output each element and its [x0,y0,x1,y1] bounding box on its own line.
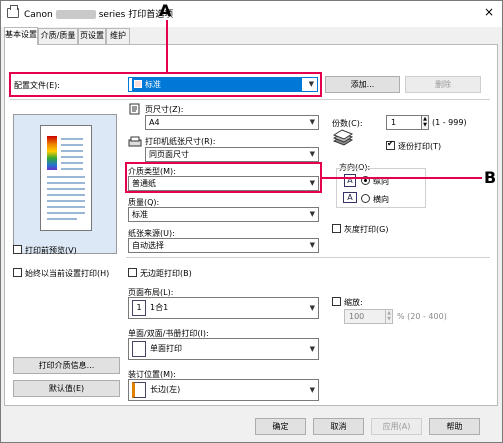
tab-basic-settings[interactable]: 基本设置 [4,27,38,45]
collate-checkbox[interactable] [386,139,395,150]
window-title: Canon series 打印首选项 [24,7,173,20]
apply-button[interactable]: 应用(A) [371,418,422,435]
scaling-spinner[interactable]: ▲ ▼ [385,309,393,324]
quality-value: 标准 [132,210,148,219]
single-sided-icon [132,340,146,357]
page-layout-select[interactable]: 1 1合1 ▼ [128,297,319,319]
paper-size-label: 打印机纸张尺寸(R): [145,137,216,146]
scaling-range: % (20 - 400) [397,312,447,321]
copies-label: 份数(C): [332,119,363,128]
callout-b-highlight [125,162,322,193]
title-prefix: Canon [24,10,53,20]
chevron-down-icon: ▼ [309,386,315,394]
paper-size-select[interactable]: 同页面尺寸 ▼ [145,147,319,162]
paper-size-value: 同页面尺寸 [149,150,189,159]
scaling-value: 100 [349,312,365,321]
layout-icon: 1 [132,299,146,316]
grayscale-label: 灰度打印(G) [344,225,389,234]
collate-label: 逐份打印(T) [398,142,442,151]
copies-icon [332,129,354,146]
help-button[interactable]: 帮助 [429,418,480,435]
chevron-down-icon: ▼ [309,241,315,249]
defaults-button[interactable]: 默认值(E) [13,380,120,397]
callout-b-label: B [484,168,497,187]
preview-page [40,125,92,231]
scaling-label: 缩放: [344,298,363,307]
callout-a-leader [166,20,168,73]
divider [126,257,490,258]
portrait-icon: A [344,174,356,187]
preview-before-print-checkbox[interactable] [13,245,22,254]
paper-source-value: 自动选择 [132,241,164,250]
copies-value: 1 [391,118,397,127]
preview-before-print-label: 打印前预览(V) [25,246,77,255]
cancel-button[interactable]: 取消 [313,418,364,435]
preview-color-sample [47,136,57,170]
page-size-label: 页尺寸(Z): [145,105,184,114]
chevron-down-icon: ▼ [309,210,315,218]
spin-down-icon[interactable]: ▼ [422,122,428,128]
scaling-input[interactable]: 100 [344,309,386,324]
long-edge-left-icon [132,381,146,398]
paper-source-select[interactable]: 自动选择 ▼ [128,238,319,253]
print-media-info-button[interactable]: 打印介质信息... [13,357,120,374]
ok-button[interactable]: 确定 [255,418,306,435]
copies-range: (1 - 999) [432,118,467,127]
tab-media-quality[interactable]: 介质/质量 [38,28,78,44]
landscape-label: 横向 [373,195,389,204]
add-profile-button[interactable]: 添加... [325,76,400,93]
callout-b-leader [322,177,482,179]
printer-paper-icon [128,136,142,147]
chevron-down-icon: ▼ [309,304,315,312]
divider [10,99,490,100]
page-size-select[interactable]: A4 ▼ [145,115,319,130]
binding-select[interactable]: 长边(左) ▼ [128,379,319,401]
quality-select[interactable]: 标准 ▼ [128,207,319,222]
page-size-icon [129,103,140,115]
spin-down-icon[interactable]: ▼ [386,316,392,322]
callout-a-label: A [159,1,172,20]
always-current-settings-label: 始终以当前设置打印(H) [25,269,110,278]
landscape-icon: A [343,192,357,203]
print-preview [13,114,117,254]
copies-input[interactable]: 1 [386,115,422,130]
printer-icon [7,5,19,18]
grayscale-checkbox[interactable] [332,224,341,233]
chevron-down-icon: ▼ [309,345,315,353]
model-name-redacted [55,10,96,19]
copies-spinner[interactable]: ▲ ▼ [421,115,429,130]
binding-value: 长边(左) [150,385,181,394]
page-size-value: A4 [149,118,160,127]
always-current-settings-checkbox[interactable] [13,268,22,277]
duplex-select[interactable]: 单面打印 ▼ [128,338,319,360]
callout-a-highlight [9,72,322,97]
chevron-down-icon: ▼ [309,118,315,126]
tab-maintenance[interactable]: 维护 [106,28,130,44]
chevron-down-icon: ▼ [309,150,315,158]
close-button[interactable]: × [480,3,498,21]
delete-profile-button[interactable]: 删除 [405,76,481,93]
tab-page-setup[interactable]: 页设置 [78,28,106,44]
duplex-value: 单面打印 [150,344,182,353]
borderless-checkbox[interactable] [128,268,137,277]
landscape-radio[interactable] [361,194,370,203]
page-layout-value: 1合1 [150,303,169,312]
scaling-checkbox[interactable] [332,297,341,306]
borderless-label: 无边距打印(B) [140,269,192,278]
